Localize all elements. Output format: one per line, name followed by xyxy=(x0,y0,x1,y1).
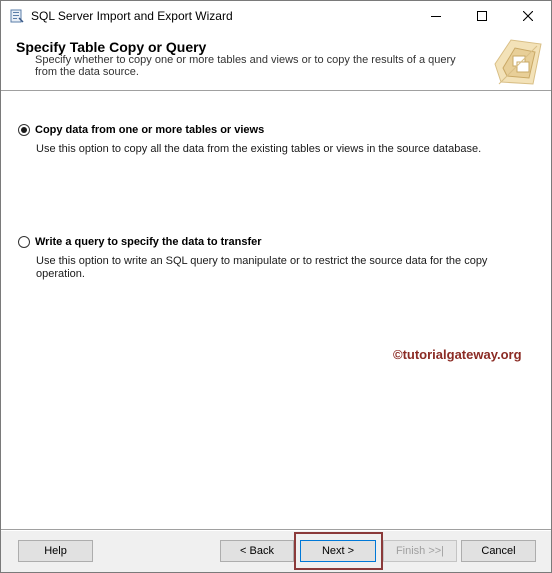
cancel-button[interactable]: Cancel xyxy=(461,540,536,562)
wizard-body: Copy data from one or more tables or vie… xyxy=(1,92,551,529)
wizard-window: SQL Server Import and Export Wizard Spec… xyxy=(0,0,552,573)
write-query-label[interactable]: Write a query to specify the data to tra… xyxy=(35,236,262,248)
minimize-button[interactable] xyxy=(413,1,459,32)
copy-tables-label[interactable]: Copy data from one or more tables or vie… xyxy=(35,124,264,136)
option-write-query-row[interactable]: Write a query to specify the data to tra… xyxy=(18,234,538,250)
wizard-graphic-icon xyxy=(491,34,545,88)
write-query-description: Use this option to write an SQL query to… xyxy=(36,255,488,280)
maximize-icon xyxy=(477,8,487,26)
option-copy-tables-row[interactable]: Copy data from one or more tables or vie… xyxy=(18,122,538,138)
write-query-radio[interactable] xyxy=(18,236,30,248)
page-description: Specify whether to copy one or more tabl… xyxy=(35,54,456,78)
copy-tables-radio[interactable] xyxy=(18,124,30,136)
wizard-footer: Help < Back Next > Finish >>| Cancel xyxy=(1,531,551,572)
option-write-query: Write a query to specify the data to tra… xyxy=(18,234,538,281)
help-button[interactable]: Help xyxy=(18,540,93,562)
close-icon xyxy=(522,8,534,26)
finish-button: Finish >>| xyxy=(383,540,457,562)
wizard-header: Specify Table Copy or Query Specify whet… xyxy=(1,32,551,90)
wizard-icon xyxy=(10,9,24,24)
page-title: Specify Table Copy or Query xyxy=(16,39,207,55)
watermark-text: ©tutorialgateway.org xyxy=(393,347,522,362)
title-bar: SQL Server Import and Export Wizard xyxy=(1,1,551,32)
next-button[interactable]: Next > xyxy=(300,540,376,562)
close-button[interactable] xyxy=(505,1,551,32)
window-title: SQL Server Import and Export Wizard xyxy=(31,9,233,23)
minimize-icon xyxy=(431,8,441,26)
back-button[interactable]: < Back xyxy=(220,540,294,562)
maximize-button[interactable] xyxy=(459,1,505,32)
copy-tables-description: Use this option to copy all the data fro… xyxy=(36,143,482,155)
option-copy-tables: Copy data from one or more tables or vie… xyxy=(18,122,538,156)
